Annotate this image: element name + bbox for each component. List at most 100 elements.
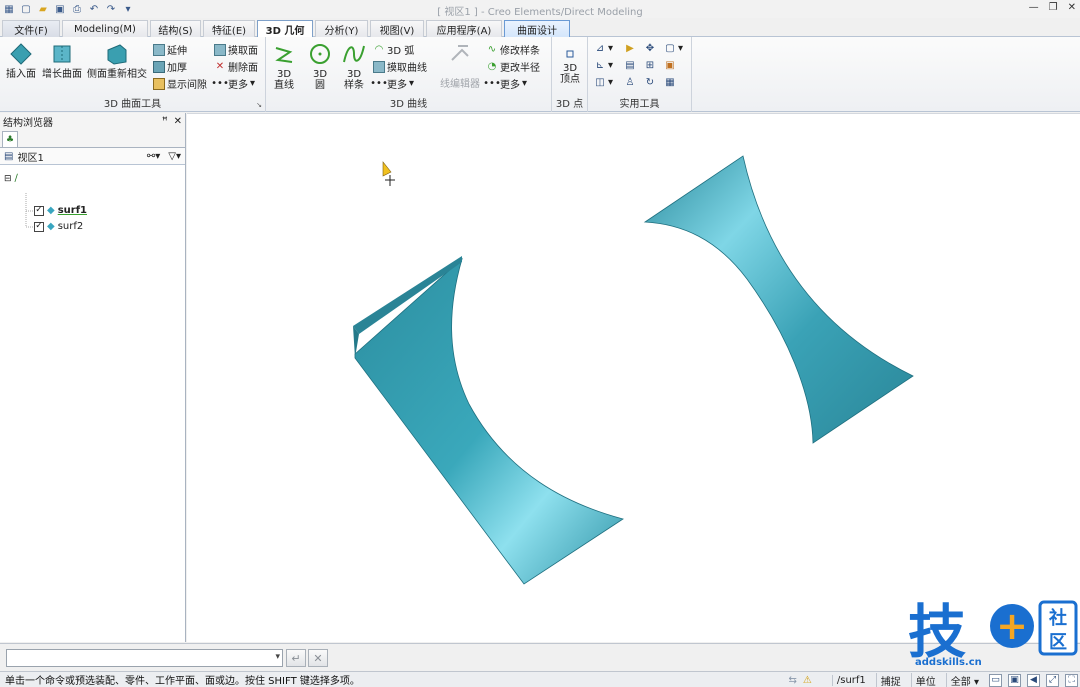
view-back-icon[interactable]: ◀	[1027, 673, 1040, 687]
ribbon-tabs: 文件(F) Modeling(M) 结构(S) 特征(E) 3D 几何 分析(Y…	[0, 18, 1080, 50]
utility-flag-button[interactable]: ▶	[624, 42, 636, 54]
utility-box-button[interactable]: ◫ ▾	[594, 76, 613, 88]
view-zoom-icon[interactable]: ⤢	[1046, 673, 1059, 687]
chevron-down-icon: ▾	[409, 78, 415, 89]
snap-toggle[interactable]: 捕捉	[875, 672, 905, 687]
modify-spline-icon: ∿	[487, 44, 497, 55]
window-controls: — ❐ ✕	[1029, 2, 1076, 13]
surf2-checkbox[interactable]: ✓	[34, 221, 44, 232]
tab-3d-geometry[interactable]: 3D 几何	[257, 20, 313, 37]
title-bar: ▦ ▢ ▰ ▣ ⎙ ↶ ↷ ▾ [ 视区1 ] - Creo Elements/…	[0, 0, 1080, 18]
view-fit-icon[interactable]: ▣	[1008, 673, 1021, 687]
collapse-icon[interactable]: ⊟	[4, 174, 12, 184]
root-line-icon: ∕	[14, 173, 18, 184]
3d-vertex-button[interactable]: 3D 顶点	[556, 47, 584, 85]
extend-button[interactable]: 延伸	[153, 42, 187, 57]
surf2-label: surf2	[57, 221, 84, 232]
save-icon[interactable]: ▣	[53, 2, 67, 16]
side-reintersect-button[interactable]: 侧面重新相交	[86, 41, 148, 80]
extract-curve-button[interactable]: 摸取曲线	[373, 59, 427, 74]
browser-tab-structure[interactable]: ♣	[2, 131, 18, 147]
more-dots-icon: •••	[211, 78, 229, 89]
thicken-icon	[153, 60, 165, 73]
utility-axis-button[interactable]: ⊿ ▾	[594, 42, 613, 54]
dialog-launcher-icon[interactable]: ↘	[256, 101, 262, 109]
units-button[interactable]: 单位	[910, 672, 940, 687]
browser-close-icon[interactable]: ✕	[174, 116, 182, 127]
extract-face-icon	[214, 43, 226, 56]
extract-face-button[interactable]: 摸取面	[214, 42, 258, 57]
3d-spline-button[interactable]: 3D 样条	[340, 41, 368, 91]
surf1-checkbox[interactable]: ✓	[34, 205, 44, 216]
command-input[interactable]: ▾	[6, 649, 283, 667]
view-icon[interactable]: ▭	[989, 673, 1002, 687]
open-icon[interactable]: ▰	[36, 2, 50, 16]
surface-more-button[interactable]: ••• 更多 ▾	[211, 76, 255, 91]
3d-circle-button[interactable]: 3D 圆	[306, 41, 334, 91]
tab-file[interactable]: 文件(F)	[2, 20, 60, 37]
cancel-button[interactable]: ✕	[308, 649, 328, 667]
print-preview-icon[interactable]: ⎙	[70, 2, 84, 16]
pin-icon[interactable]: ꟸ	[162, 116, 168, 127]
tab-features[interactable]: 特征(E)	[203, 20, 255, 37]
view-full-icon[interactable]: ⛶	[1065, 673, 1078, 687]
wire-editor-button[interactable]: 线编辑器	[438, 41, 482, 90]
structure-browser: 结构浏览器 ꟸ ✕ ♣ ▤ 视区1 ⚯▾ ▽▾ ⊟ ∕ ✓ ◆ surf1 ✓ …	[0, 113, 186, 642]
modify-spline-button[interactable]: ∿ 修改样条	[486, 42, 540, 57]
viewport-icon: ▤	[4, 150, 14, 162]
restore-icon[interactable]: ❐	[1049, 2, 1058, 13]
group-3d-curves: 3D 直线 3D 圆 3D 样条 ◠ 3D 弧 摸取曲线 ••• 更多 ▾ 线编…	[266, 37, 552, 112]
utility-doc-button[interactable]: ▤	[624, 59, 636, 71]
binoculars-icon[interactable]: ⚯▾	[147, 151, 160, 162]
tab-structure[interactable]: 结构(S)	[150, 20, 201, 37]
arc-icon: ◠	[374, 44, 384, 55]
minimize-icon[interactable]: —	[1029, 2, 1039, 13]
utility-window-button[interactable]: ▢ ▾	[664, 42, 683, 54]
insert-face-button[interactable]: 插入面	[4, 41, 38, 80]
tab-analysis[interactable]: 分析(Y)	[315, 20, 368, 37]
redo-icon[interactable]: ↷	[104, 2, 118, 16]
viewport-canvas[interactable]	[187, 113, 1080, 642]
utility-person-button[interactable]: ♙	[624, 76, 636, 88]
3d-line-button[interactable]: 3D 直线	[270, 41, 298, 91]
delete-face-button[interactable]: ✕ 删除面	[214, 59, 258, 74]
utility-grid-button[interactable]: ▦	[664, 76, 676, 88]
more-dots-icon: •••	[483, 78, 501, 89]
utility-measure-button[interactable]: ⊾ ▾	[594, 59, 613, 71]
wire-editor-icon	[447, 41, 473, 67]
current-object[interactable]: /surf1	[831, 674, 870, 686]
flag-icon: ▶	[626, 42, 634, 54]
grow-surface-button[interactable]: 增长曲面	[40, 41, 84, 80]
enter-button[interactable]: ↵	[286, 649, 306, 667]
tree-root[interactable]: ⊟ ∕	[4, 173, 18, 184]
tab-applications[interactable]: 应用程序(A)	[426, 20, 502, 37]
tab-modeling[interactable]: Modeling(M)	[62, 20, 148, 37]
surf1-shape[interactable]	[353, 256, 624, 585]
app-menu-icon[interactable]: ▦	[2, 2, 16, 16]
utility-move-button[interactable]: ✥	[644, 42, 656, 54]
curve-more2-button[interactable]: ••• 更多 ▾	[483, 76, 527, 91]
tab-view[interactable]: 视图(V)	[370, 20, 424, 37]
change-radius-button[interactable]: ◔ 更改半径	[486, 59, 540, 74]
tab-surface-design[interactable]: 曲面设计	[504, 20, 570, 37]
show-gap-button[interactable]: 显示间隙	[153, 76, 207, 91]
chevron-down-icon[interactable]: ▾	[275, 652, 280, 662]
utility-tree-button[interactable]: ⊞	[644, 59, 656, 71]
chevron-down-icon: ▾	[608, 42, 614, 54]
surf2-shape[interactable]	[643, 155, 914, 444]
close-icon[interactable]: ✕	[1068, 2, 1076, 13]
undo-icon[interactable]: ↶	[87, 2, 101, 16]
new-icon[interactable]: ▢	[19, 2, 33, 16]
scope-select[interactable]: 全部 ▾	[945, 672, 983, 687]
structure-tree: ⊟ ∕ ✓ ◆ surf1 ✓ ◆ surf2	[0, 165, 185, 635]
tree-item-surf2[interactable]: ✓ ◆ surf2	[34, 221, 83, 232]
viewport-row[interactable]: ▤ 视区1 ⚯▾ ▽▾	[0, 148, 185, 165]
filter-icon[interactable]: ▽▾	[168, 151, 181, 162]
tree-item-surf1[interactable]: ✓ ◆ surf1	[34, 205, 87, 216]
curve-more-button[interactable]: ••• 更多 ▾	[370, 76, 415, 91]
customize-icon[interactable]: ▾	[121, 2, 135, 16]
3d-arc-button[interactable]: ◠ 3D 弧	[373, 42, 415, 57]
thicken-button[interactable]: 加厚	[153, 59, 187, 74]
utility-image-button[interactable]: ▣	[664, 59, 676, 71]
utility-refresh-button[interactable]: ↻	[644, 76, 656, 88]
